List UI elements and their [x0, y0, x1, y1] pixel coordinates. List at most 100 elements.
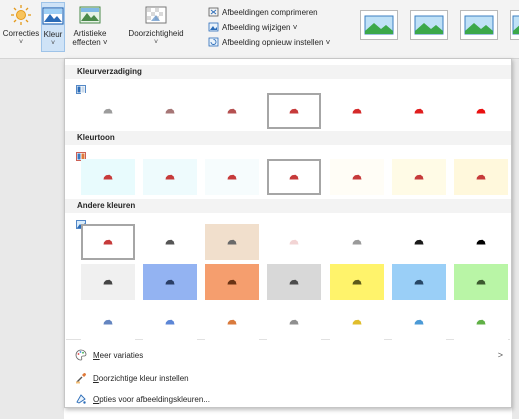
car-thumbnail-icon	[352, 174, 362, 180]
car-thumbnail-icon	[227, 279, 237, 285]
saturation-option-7[interactable]	[454, 93, 508, 129]
compress-pictures-button[interactable]: Afbeeldingen comprimeren	[208, 7, 318, 17]
picture-color-options-label: Opties voor afbeeldingskleuren...	[93, 394, 210, 404]
chevron-down-icon: ˅	[18, 39, 24, 46]
recolor-row3-option-4[interactable]	[267, 304, 321, 340]
recolor-row2-option-2[interactable]	[143, 264, 197, 300]
document-background-right	[512, 59, 519, 419]
sun-icon	[11, 5, 31, 25]
reset-picture-button[interactable]: Afbeelding opnieuw instellen ˅	[208, 37, 330, 47]
tone-option-7[interactable]	[454, 159, 508, 195]
car-thumbnail-icon	[476, 319, 486, 325]
tone-option-4[interactable]	[267, 159, 321, 195]
picture-style-2[interactable]	[410, 10, 448, 40]
car-thumbnail-icon	[476, 239, 486, 245]
reset-picture-label: Afbeelding opnieuw instellen ˅	[222, 37, 331, 47]
car-thumbnail-icon	[227, 239, 237, 245]
car-thumbnail-icon	[165, 174, 175, 180]
recolor-row3-option-7[interactable]	[454, 304, 508, 340]
saturation-header: Kleurverzadiging	[65, 65, 511, 79]
recolor-row1-option-4[interactable]	[267, 224, 321, 260]
picture-style-4[interactable]	[510, 10, 519, 40]
car-thumbnail-icon	[352, 319, 362, 325]
recolor-row1-option-7[interactable]	[454, 224, 508, 260]
car-thumbnail-icon	[103, 174, 113, 180]
recolor-row1-option-3[interactable]	[205, 224, 259, 260]
saturation-option-1[interactable]	[81, 93, 135, 129]
recolor-row3-option-1[interactable]	[81, 304, 135, 340]
car-thumbnail-icon	[227, 108, 237, 114]
car-thumbnail-icon	[103, 108, 113, 114]
car-thumbnail-icon	[165, 319, 175, 325]
set-transparent-color-item[interactable]: Doorzichtige kleur instellen	[75, 372, 189, 384]
car-thumbnail-icon	[476, 108, 486, 114]
more-variations-item[interactable]: Meer variaties	[75, 349, 143, 361]
recolor-row2-option-7[interactable]	[454, 264, 508, 300]
palette-icon	[75, 349, 87, 361]
car-thumbnail-icon	[165, 279, 175, 285]
transparency-button[interactable]: Doorzichtigheid ˅	[113, 2, 199, 47]
saturation-option-6[interactable]	[392, 93, 446, 129]
recolor-row2-option-1[interactable]	[81, 264, 135, 300]
recolor-row3-option-2[interactable]	[143, 304, 197, 340]
color-label: Kleur	[43, 30, 63, 39]
transparency-label: Doorzichtigheid	[128, 29, 184, 38]
saturation-option-5[interactable]	[330, 93, 384, 129]
color-button[interactable]: Kleur ˅	[41, 2, 65, 52]
saturation-option-2[interactable]	[143, 93, 197, 129]
recolor-row2-option-4[interactable]	[267, 264, 321, 300]
landscape-icon	[512, 15, 519, 35]
recolor-header: Andere kleuren	[65, 199, 511, 213]
picture-color-options-item[interactable]: Opties voor afbeeldingskleuren...	[75, 393, 210, 405]
eyedropper-icon	[76, 373, 86, 384]
car-thumbnail-icon	[289, 174, 299, 180]
more-variations-label: Meer variaties	[93, 350, 144, 360]
recolor-row1-option-2[interactable]	[143, 224, 197, 260]
transparency-icon	[145, 6, 167, 24]
reset-picture-icon	[208, 37, 219, 47]
change-picture-button[interactable]: Afbeelding wijzigen ˅	[208, 22, 297, 32]
corrections-button[interactable]: Correcties ˅	[2, 2, 40, 47]
recolor-row2-option-5[interactable]	[330, 264, 384, 300]
car-thumbnail-icon	[289, 108, 299, 114]
car-thumbnail-icon	[289, 239, 299, 245]
set-transparent-color-label: Doorzichtige kleur instellen	[93, 373, 189, 383]
car-thumbnail-icon	[289, 319, 299, 325]
saturation-option-3[interactable]	[205, 93, 259, 129]
picture-style-3[interactable]	[460, 10, 498, 40]
car-thumbnail-icon	[352, 108, 362, 114]
car-thumbnail-icon	[476, 279, 486, 285]
recolor-row3-option-6[interactable]	[392, 304, 446, 340]
tone-option-6[interactable]	[392, 159, 446, 195]
saturation-option-4[interactable]	[267, 93, 321, 129]
chevron-down-icon: ˅	[50, 40, 56, 47]
tone-option-5[interactable]	[330, 159, 384, 195]
car-thumbnail-icon	[103, 279, 113, 285]
recolor-row1-option-1[interactable]	[81, 224, 135, 260]
picture-style-1[interactable]	[360, 10, 398, 40]
car-thumbnail-icon	[103, 319, 113, 325]
artistic-effects-icon	[79, 6, 101, 24]
artistic-effects-label-1: Artistieke	[73, 29, 107, 38]
car-thumbnail-icon	[352, 239, 362, 245]
recolor-row3-option-5[interactable]	[330, 304, 384, 340]
tone-option-3[interactable]	[205, 159, 259, 195]
chevron-right-icon: >	[497, 350, 503, 360]
document-background	[0, 59, 64, 419]
landscape-icon	[364, 15, 394, 35]
chevron-down-icon: ˅	[153, 39, 159, 46]
tone-option-1[interactable]	[81, 159, 135, 195]
recolor-row2-option-6[interactable]	[392, 264, 446, 300]
tone-header: Kleurtoon	[65, 131, 511, 145]
recolor-row3-option-3[interactable]	[205, 304, 259, 340]
car-thumbnail-icon	[414, 279, 424, 285]
corrections-label: Correcties	[2, 29, 40, 38]
recolor-row2-option-3[interactable]	[205, 264, 259, 300]
tone-option-2[interactable]	[143, 159, 197, 195]
artistic-effects-button[interactable]: Artistieke effecten ˅	[69, 2, 111, 47]
car-thumbnail-icon	[476, 174, 486, 180]
recolor-row1-option-5[interactable]	[330, 224, 384, 260]
car-thumbnail-icon	[289, 279, 299, 285]
recolor-row1-option-6[interactable]	[392, 224, 446, 260]
landscape-icon	[464, 15, 494, 35]
